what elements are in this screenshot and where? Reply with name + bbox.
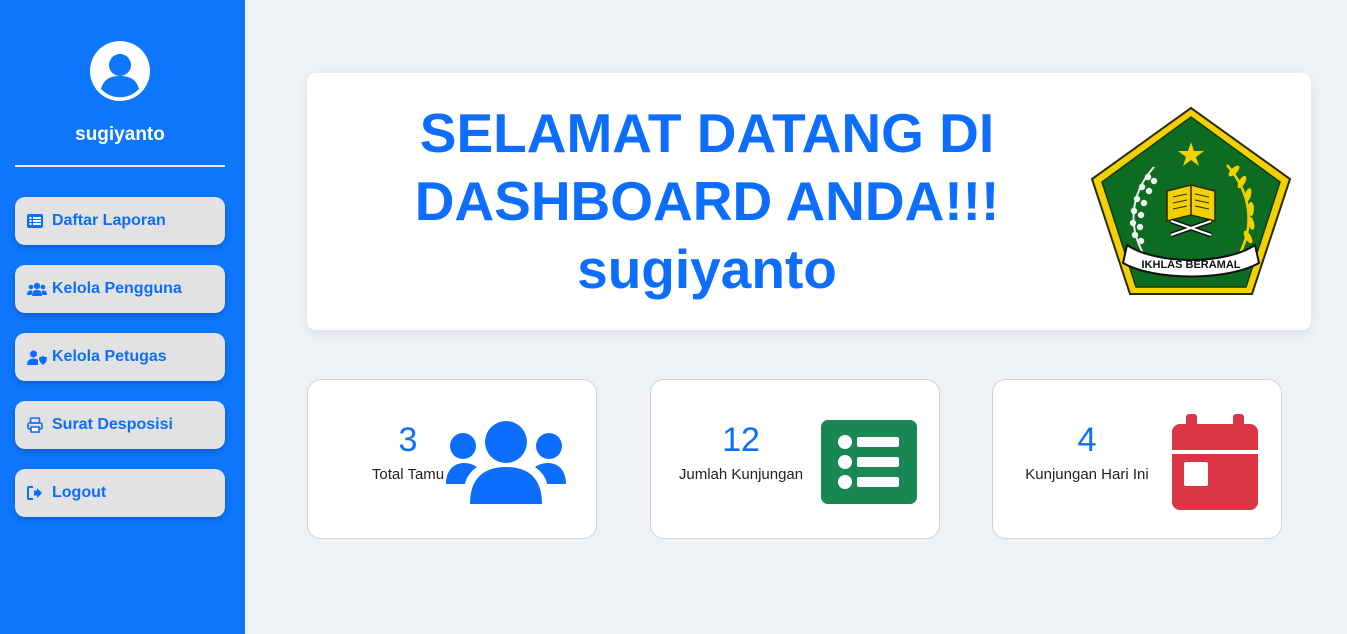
stat-value: 4: [1077, 421, 1097, 459]
welcome-line-1: SELAMAT DATANG DI: [419, 102, 995, 164]
sidebar-item-label: Kelola Pengguna: [52, 280, 182, 297]
welcome-line-2: DASHBOARD ANDA!!!: [414, 170, 1000, 232]
sidebar-username: sugiyanto: [75, 124, 165, 145]
sidebar-item-daftar-laporan[interactable]: Daftar Laporan: [15, 197, 225, 245]
logout-icon: [27, 484, 47, 502]
stat-value: 12: [722, 421, 760, 459]
welcome-username: sugiyanto: [577, 238, 837, 300]
sidebar-item-surat-desposisi[interactable]: Surat Desposisi: [15, 401, 225, 449]
calendar-icon: [1172, 414, 1258, 510]
welcome-card: SELAMAT DATANG DI DASHBOARD ANDA!!! sugi…: [307, 73, 1311, 330]
stat-card-total-tamu: 3 Total Tamu: [307, 379, 597, 539]
sidebar-item-label: Daftar Laporan: [52, 212, 166, 229]
stat-label: Jumlah Kunjungan: [678, 466, 804, 483]
sidebar: sugiyanto Daftar Laporan Kelola Pengguna…: [0, 0, 245, 634]
logo-caption: IKHLAS BERAMAL: [1142, 259, 1241, 271]
stat-label: Kunjungan Hari Ini: [1025, 466, 1149, 483]
kemenag-logo-icon: IKHLAS BERAMAL: [1090, 106, 1292, 295]
welcome-heading: SELAMAT DATANG DI DASHBOARD ANDA!!! sugi…: [397, 99, 1017, 303]
users-icon: [446, 421, 566, 504]
sidebar-divider: [15, 165, 225, 167]
printer-icon: [27, 416, 47, 434]
list-icon: [27, 212, 47, 230]
user-avatar-icon: [90, 41, 150, 101]
list-icon: [821, 420, 917, 504]
stat-card-jumlah-kunjungan: 12 Jumlah Kunjungan: [650, 379, 940, 539]
sidebar-item-kelola-pengguna[interactable]: Kelola Pengguna: [15, 265, 225, 313]
sidebar-item-label: Logout: [52, 484, 107, 501]
user-shield-icon: [27, 348, 47, 366]
sidebar-item-logout[interactable]: Logout: [15, 469, 225, 517]
stat-card-kunjungan-hari-ini: 4 Kunjungan Hari Ini: [992, 379, 1282, 539]
sidebar-item-label: Kelola Petugas: [52, 348, 167, 365]
sidebar-item-label: Surat Desposisi: [52, 416, 173, 433]
sidebar-item-kelola-petugas[interactable]: Kelola Petugas: [15, 333, 225, 381]
users-icon: [27, 280, 47, 298]
